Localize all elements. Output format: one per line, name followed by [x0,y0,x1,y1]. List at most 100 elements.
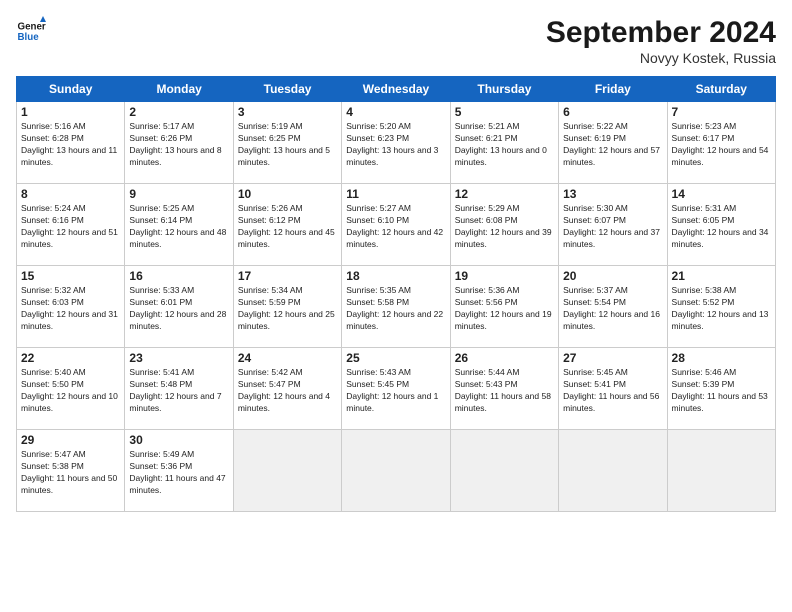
calendar-cell: 22 Sunrise: 5:40 AM Sunset: 5:50 PM Dayl… [17,348,125,430]
day-number: 16 [129,269,228,283]
day-number: 11 [346,187,445,201]
calendar-cell: 15 Sunrise: 5:32 AM Sunset: 6:03 PM Dayl… [17,266,125,348]
day-info: Sunrise: 5:42 AM Sunset: 5:47 PM Dayligh… [238,367,337,415]
day-info: Sunrise: 5:30 AM Sunset: 6:07 PM Dayligh… [563,203,662,251]
day-number: 28 [672,351,771,365]
calendar-cell: 8 Sunrise: 5:24 AM Sunset: 6:16 PM Dayli… [17,184,125,266]
calendar-cell: 29 Sunrise: 5:47 AM Sunset: 5:38 PM Dayl… [17,430,125,512]
day-number: 23 [129,351,228,365]
day-number: 15 [21,269,120,283]
day-info: Sunrise: 5:27 AM Sunset: 6:10 PM Dayligh… [346,203,445,251]
calendar-cell: 17 Sunrise: 5:34 AM Sunset: 5:59 PM Dayl… [233,266,341,348]
day-info: Sunrise: 5:36 AM Sunset: 5:56 PM Dayligh… [455,285,554,333]
calendar-cell: 2 Sunrise: 5:17 AM Sunset: 6:26 PM Dayli… [125,102,233,184]
calendar-cell: 26 Sunrise: 5:44 AM Sunset: 5:43 PM Dayl… [450,348,558,430]
day-info: Sunrise: 5:20 AM Sunset: 6:23 PM Dayligh… [346,121,445,169]
col-thursday: Thursday [450,77,558,102]
header-row: Sunday Monday Tuesday Wednesday Thursday… [17,77,776,102]
day-number: 3 [238,105,337,119]
calendar-cell: 4 Sunrise: 5:20 AM Sunset: 6:23 PM Dayli… [342,102,450,184]
day-number: 22 [21,351,120,365]
calendar-cell: 28 Sunrise: 5:46 AM Sunset: 5:39 PM Dayl… [667,348,775,430]
day-number: 5 [455,105,554,119]
day-number: 20 [563,269,662,283]
logo: General Blue [16,16,46,46]
day-number: 14 [672,187,771,201]
day-number: 12 [455,187,554,201]
col-friday: Friday [559,77,667,102]
logo-icon: General Blue [16,16,46,46]
calendar-page: General Blue September 2024 Novyy Kostek… [0,0,792,612]
day-info: Sunrise: 5:21 AM Sunset: 6:21 PM Dayligh… [455,121,554,169]
day-number: 25 [346,351,445,365]
calendar-cell [233,430,341,512]
day-number: 6 [563,105,662,119]
svg-text:General: General [18,22,47,33]
day-info: Sunrise: 5:17 AM Sunset: 6:26 PM Dayligh… [129,121,228,169]
day-number: 30 [129,433,228,447]
calendar-cell: 14 Sunrise: 5:31 AM Sunset: 6:05 PM Dayl… [667,184,775,266]
day-number: 27 [563,351,662,365]
day-info: Sunrise: 5:33 AM Sunset: 6:01 PM Dayligh… [129,285,228,333]
day-info: Sunrise: 5:40 AM Sunset: 5:50 PM Dayligh… [21,367,120,415]
calendar-cell: 30 Sunrise: 5:49 AM Sunset: 5:36 PM Dayl… [125,430,233,512]
calendar-row: 8 Sunrise: 5:24 AM Sunset: 6:16 PM Dayli… [17,184,776,266]
day-info: Sunrise: 5:24 AM Sunset: 6:16 PM Dayligh… [21,203,120,251]
calendar-cell: 18 Sunrise: 5:35 AM Sunset: 5:58 PM Dayl… [342,266,450,348]
month-title: September 2024 [546,16,776,50]
day-number: 24 [238,351,337,365]
location: Novyy Kostek, Russia [546,50,776,66]
day-number: 13 [563,187,662,201]
day-number: 17 [238,269,337,283]
day-number: 19 [455,269,554,283]
calendar-cell: 10 Sunrise: 5:26 AM Sunset: 6:12 PM Dayl… [233,184,341,266]
calendar-cell: 12 Sunrise: 5:29 AM Sunset: 6:08 PM Dayl… [450,184,558,266]
calendar-cell [559,430,667,512]
day-number: 4 [346,105,445,119]
day-info: Sunrise: 5:29 AM Sunset: 6:08 PM Dayligh… [455,203,554,251]
calendar-cell: 21 Sunrise: 5:38 AM Sunset: 5:52 PM Dayl… [667,266,775,348]
day-info: Sunrise: 5:47 AM Sunset: 5:38 PM Dayligh… [21,449,120,497]
svg-text:Blue: Blue [18,32,40,43]
calendar-cell: 25 Sunrise: 5:43 AM Sunset: 5:45 PM Dayl… [342,348,450,430]
calendar-cell: 9 Sunrise: 5:25 AM Sunset: 6:14 PM Dayli… [125,184,233,266]
calendar-cell: 6 Sunrise: 5:22 AM Sunset: 6:19 PM Dayli… [559,102,667,184]
day-number: 7 [672,105,771,119]
calendar-row: 29 Sunrise: 5:47 AM Sunset: 5:38 PM Dayl… [17,430,776,512]
calendar-cell: 1 Sunrise: 5:16 AM Sunset: 6:28 PM Dayli… [17,102,125,184]
calendar-cell: 24 Sunrise: 5:42 AM Sunset: 5:47 PM Dayl… [233,348,341,430]
calendar-cell [342,430,450,512]
title-block: September 2024 Novyy Kostek, Russia [546,16,776,66]
col-wednesday: Wednesday [342,77,450,102]
calendar-table: Sunday Monday Tuesday Wednesday Thursday… [16,76,776,512]
day-number: 8 [21,187,120,201]
day-info: Sunrise: 5:22 AM Sunset: 6:19 PM Dayligh… [563,121,662,169]
calendar-cell: 16 Sunrise: 5:33 AM Sunset: 6:01 PM Dayl… [125,266,233,348]
day-info: Sunrise: 5:44 AM Sunset: 5:43 PM Dayligh… [455,367,554,415]
calendar-row: 15 Sunrise: 5:32 AM Sunset: 6:03 PM Dayl… [17,266,776,348]
calendar-cell: 20 Sunrise: 5:37 AM Sunset: 5:54 PM Dayl… [559,266,667,348]
calendar-cell: 7 Sunrise: 5:23 AM Sunset: 6:17 PM Dayli… [667,102,775,184]
day-number: 29 [21,433,120,447]
day-number: 18 [346,269,445,283]
day-info: Sunrise: 5:25 AM Sunset: 6:14 PM Dayligh… [129,203,228,251]
day-info: Sunrise: 5:32 AM Sunset: 6:03 PM Dayligh… [21,285,120,333]
calendar-row: 22 Sunrise: 5:40 AM Sunset: 5:50 PM Dayl… [17,348,776,430]
day-info: Sunrise: 5:16 AM Sunset: 6:28 PM Dayligh… [21,121,120,169]
day-number: 2 [129,105,228,119]
day-info: Sunrise: 5:46 AM Sunset: 5:39 PM Dayligh… [672,367,771,415]
day-number: 21 [672,269,771,283]
day-info: Sunrise: 5:45 AM Sunset: 5:41 PM Dayligh… [563,367,662,415]
calendar-row: 1 Sunrise: 5:16 AM Sunset: 6:28 PM Dayli… [17,102,776,184]
col-tuesday: Tuesday [233,77,341,102]
calendar-cell: 19 Sunrise: 5:36 AM Sunset: 5:56 PM Dayl… [450,266,558,348]
day-info: Sunrise: 5:23 AM Sunset: 6:17 PM Dayligh… [672,121,771,169]
day-info: Sunrise: 5:49 AM Sunset: 5:36 PM Dayligh… [129,449,228,497]
calendar-cell [667,430,775,512]
col-sunday: Sunday [17,77,125,102]
day-info: Sunrise: 5:37 AM Sunset: 5:54 PM Dayligh… [563,285,662,333]
calendar-cell: 13 Sunrise: 5:30 AM Sunset: 6:07 PM Dayl… [559,184,667,266]
day-info: Sunrise: 5:43 AM Sunset: 5:45 PM Dayligh… [346,367,445,415]
calendar-cell: 27 Sunrise: 5:45 AM Sunset: 5:41 PM Dayl… [559,348,667,430]
day-info: Sunrise: 5:26 AM Sunset: 6:12 PM Dayligh… [238,203,337,251]
